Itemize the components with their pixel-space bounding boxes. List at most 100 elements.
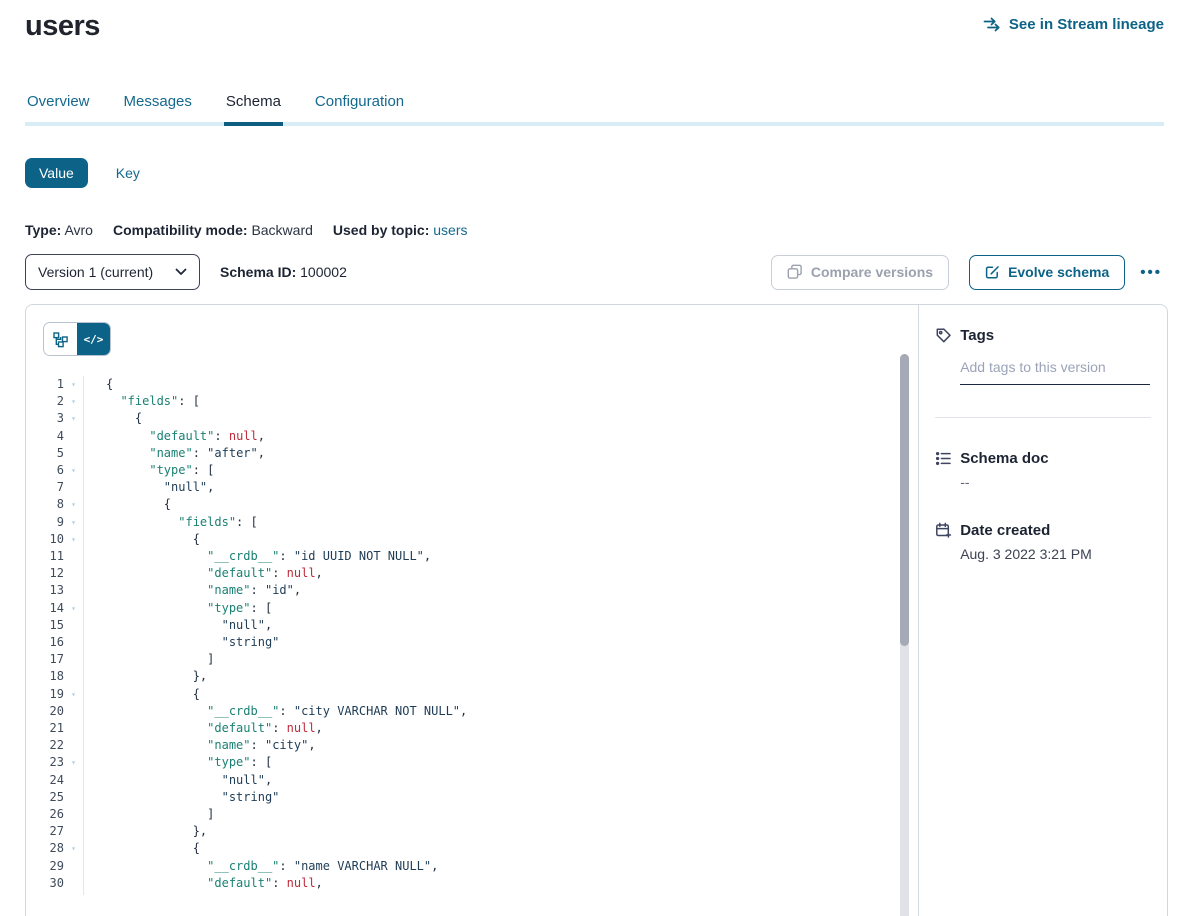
code-line: 27 }, (26, 823, 918, 840)
line-number: 9 (26, 514, 64, 531)
compatibility-value: Backward (251, 222, 312, 238)
fold-toggle-icon[interactable]: ▾ (64, 376, 83, 393)
fold-toggle-icon[interactable]: ▾ (64, 496, 83, 513)
code-text: ] (83, 651, 214, 668)
line-number: 6 (26, 462, 64, 479)
line-number: 23 (26, 754, 64, 771)
key-toggle-button[interactable]: Key (112, 158, 144, 188)
code-line: 4 "default": null, (26, 428, 918, 445)
code-line: 6▾ "type": [ (26, 462, 918, 479)
schema-id-label: Schema ID: (220, 264, 296, 280)
tags-title: Tags (960, 327, 994, 344)
fold-toggle-icon[interactable]: ▾ (64, 686, 83, 703)
code-text: "default": null, (83, 875, 323, 892)
compatibility-label: Compatibility mode: (113, 222, 248, 238)
tab-messages[interactable]: Messages (122, 87, 194, 126)
fold-spacer (64, 858, 83, 875)
fold-spacer (64, 445, 83, 462)
code-text: "fields": [ (83, 514, 258, 531)
fold-toggle-icon[interactable]: ▾ (64, 754, 83, 771)
editor-scrollbar[interactable] (900, 354, 909, 916)
key-value-toggle: Value Key (25, 158, 1164, 188)
date-created-value: Aug. 3 2022 3:21 PM (960, 546, 1151, 562)
stream-lineage-link[interactable]: See in Stream lineage (983, 16, 1164, 33)
scrollbar-thumb[interactable] (900, 354, 909, 646)
fold-toggle-icon[interactable]: ▾ (64, 410, 83, 427)
list-icon (935, 450, 952, 467)
code-line: 21 "default": null, (26, 720, 918, 737)
tab-schema[interactable]: Schema (224, 87, 283, 126)
fold-spacer (64, 875, 83, 892)
code-text: "__crdb__": "id UUID NOT NULL", (83, 548, 431, 565)
add-tags-input[interactable] (960, 359, 1150, 385)
code-text: "name": "name", (83, 892, 316, 895)
line-number: 21 (26, 720, 64, 737)
code-line: 7 "null", (26, 479, 918, 496)
topic-link[interactable]: users (433, 222, 467, 238)
tab-configuration[interactable]: Configuration (313, 87, 406, 126)
fold-toggle-icon[interactable]: ▾ (64, 840, 83, 857)
code-line: 31 "name": "name", (26, 892, 918, 895)
date-created-header: Date created (935, 522, 1151, 539)
value-toggle-button[interactable]: Value (25, 158, 88, 188)
line-number: 1 (26, 376, 64, 393)
fold-toggle-icon[interactable]: ▾ (64, 531, 83, 548)
code-view-icon: </> (84, 333, 104, 346)
code-line: 16 "string" (26, 634, 918, 651)
code-text: "__crdb__": "name VARCHAR NULL", (83, 858, 438, 875)
fold-spacer (64, 668, 83, 685)
compare-versions-button[interactable]: Compare versions (771, 255, 949, 290)
code-line: 11 "__crdb__": "id UUID NOT NULL", (26, 548, 918, 565)
used-by-topic-field: Used by topic: users (333, 222, 468, 238)
line-number: 10 (26, 531, 64, 548)
code-text: "__crdb__": "city VARCHAR NOT NULL", (83, 703, 467, 720)
fold-spacer (64, 651, 83, 668)
line-number: 14 (26, 600, 64, 617)
line-number: 8 (26, 496, 64, 513)
type-label: Type: (25, 222, 61, 238)
code-line: 5 "name": "after", (26, 445, 918, 462)
code-line: 28▾ { (26, 840, 918, 857)
line-number: 2 (26, 393, 64, 410)
tree-view-button[interactable] (44, 323, 77, 355)
line-number: 22 (26, 737, 64, 754)
fold-spacer (64, 772, 83, 789)
stream-lineage-icon (983, 17, 1002, 32)
code-line: 13 "name": "id", (26, 582, 918, 599)
schema-doc-header: Schema doc (935, 450, 1151, 467)
code-line: 24 "null", (26, 772, 918, 789)
line-number: 15 (26, 617, 64, 634)
code-line: 18 }, (26, 668, 918, 685)
tab-overview[interactable]: Overview (25, 87, 92, 126)
fold-toggle-icon[interactable]: ▾ (64, 462, 83, 479)
code-view-button[interactable]: </> (77, 323, 110, 355)
schema-editor: </> 1▾{2▾ "fields": [3▾ {4 "default": nu… (26, 305, 919, 916)
code-text: "null", (83, 772, 272, 789)
line-number: 31 (26, 892, 64, 895)
code-text: "string" (83, 789, 279, 806)
code-text: "null", (83, 617, 272, 634)
code-line: 19▾ { (26, 686, 918, 703)
schema-code-editor[interactable]: 1▾{2▾ "fields": [3▾ {4 "default": null,5… (26, 359, 918, 895)
fold-toggle-icon[interactable]: ▾ (64, 514, 83, 531)
schema-card: </> 1▾{2▾ "fields": [3▾ {4 "default": nu… (25, 304, 1168, 916)
fold-spacer (64, 634, 83, 651)
more-options-button[interactable]: ••• (1138, 260, 1164, 285)
sidebar-divider (935, 417, 1151, 418)
version-select[interactable]: Version 1 (current) (25, 254, 200, 290)
version-toolbar: Version 1 (current) Schema ID: 100002 Co… (25, 254, 1164, 290)
editor-view-toggle: </> (43, 322, 111, 356)
code-line: 22 "name": "city", (26, 737, 918, 754)
line-number: 7 (26, 479, 64, 496)
chevron-down-icon (175, 268, 187, 276)
evolve-schema-button[interactable]: Evolve schema (969, 255, 1125, 290)
schema-id: Schema ID: 100002 (220, 264, 347, 280)
date-created-section: Date created Aug. 3 2022 3:21 PM (935, 522, 1151, 562)
line-number: 19 (26, 686, 64, 703)
fold-toggle-icon[interactable]: ▾ (64, 600, 83, 617)
compare-versions-icon (787, 264, 803, 280)
calendar-plus-icon (935, 522, 952, 539)
line-number: 5 (26, 445, 64, 462)
schema-page: users See in Stream lineage Overview Mes… (0, 0, 1189, 916)
fold-toggle-icon[interactable]: ▾ (64, 393, 83, 410)
